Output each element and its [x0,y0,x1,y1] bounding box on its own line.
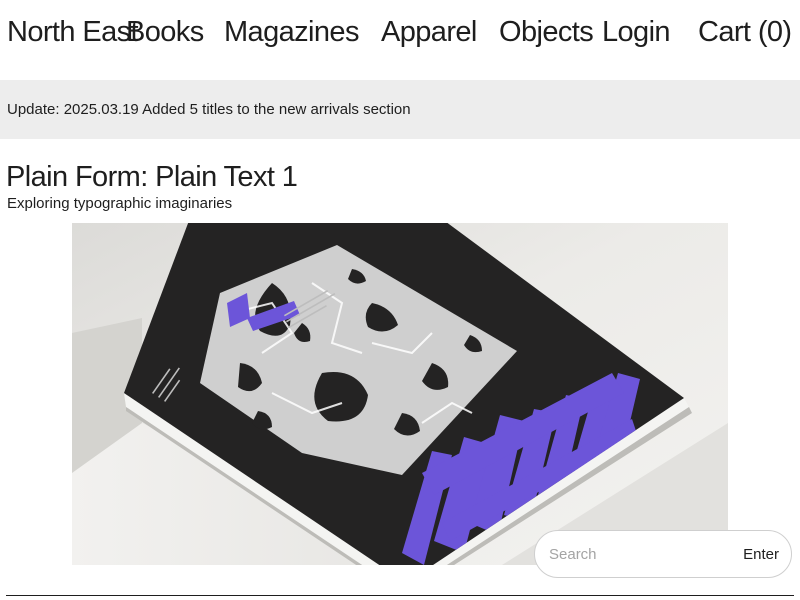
nav-objects[interactable]: Objects [499,14,594,50]
top-navigation: North East Books Magazines Apparel Objec… [0,0,800,64]
nav-login[interactable]: Login [602,14,671,50]
search-enter-button[interactable]: Enter [743,541,779,567]
nav-magazines[interactable]: Magazines [224,14,359,50]
page: North East Books Magazines Apparel Objec… [0,0,800,600]
product-title: Plain Form: Plain Text 1 [6,161,298,193]
product-subtitle: Exploring typographic imaginaries [7,195,233,212]
nav-cart[interactable]: Cart (0) [698,14,792,50]
brand-logo-link[interactable]: North East [7,14,139,50]
nav-books[interactable]: Books [126,14,204,50]
nav-apparel[interactable]: Apparel [381,14,477,50]
search-form: Enter [534,530,792,578]
section-divider [6,595,794,596]
magazine-cover-illustration [72,223,728,565]
update-banner-text: Update: 2025.03.19 Added 5 titles to the… [7,101,411,118]
update-banner: Update: 2025.03.19 Added 5 titles to the… [0,80,800,139]
search-input[interactable] [549,541,719,567]
product-image[interactable] [72,223,728,565]
